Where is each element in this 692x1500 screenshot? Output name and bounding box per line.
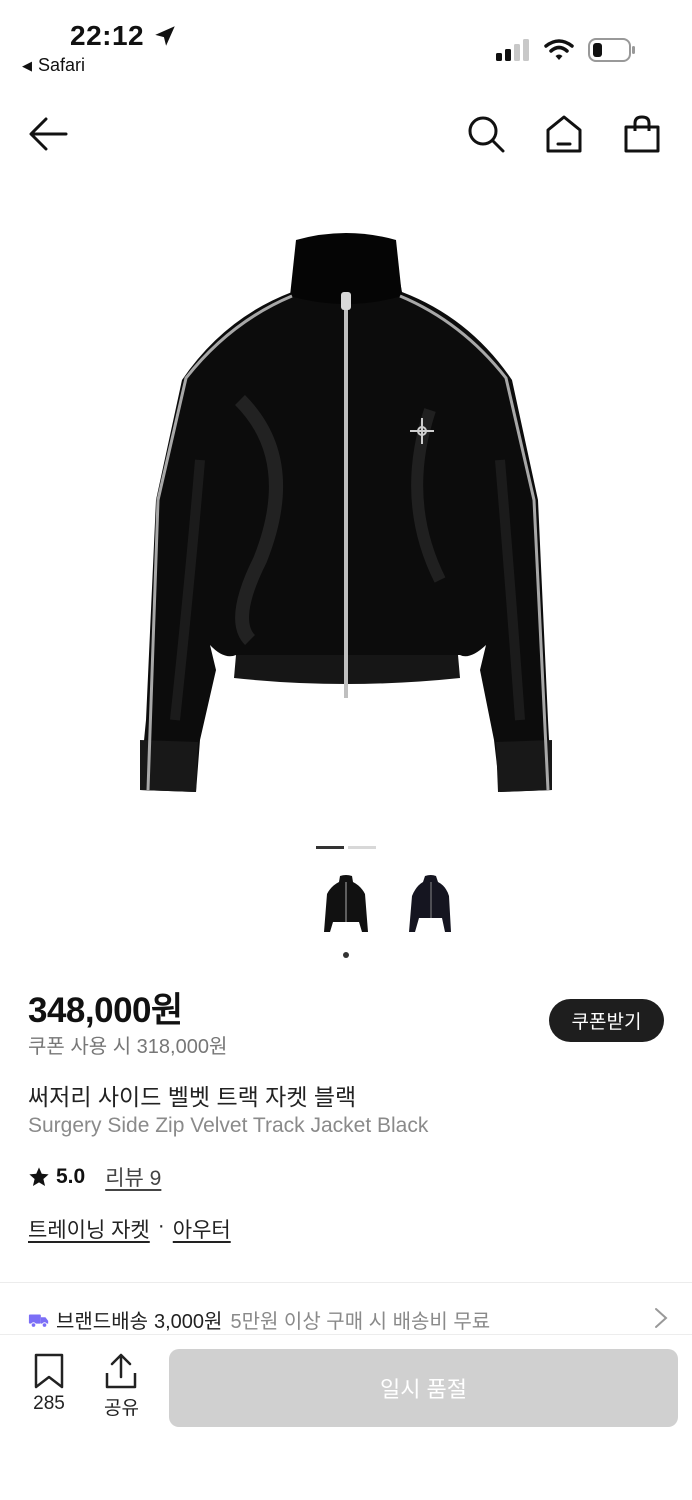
soldout-button[interactable]: 일시 품절 — [169, 1349, 678, 1427]
thumbnail-jacket-side — [409, 875, 451, 932]
thumbnail-2[interactable] — [402, 872, 458, 944]
time-text: 22:12 — [70, 20, 145, 51]
category-outer[interactable]: 아우터 — [173, 1214, 231, 1244]
truck-icon — [28, 1314, 49, 1328]
share-label: 공유 — [104, 1398, 139, 1419]
thumbnail-jacket-front — [324, 875, 368, 932]
back-triangle-icon: ◀ — [22, 57, 32, 73]
product-name-english: Surgery Side Zip Velvet Track Jacket Bla… — [28, 1114, 429, 1137]
section-divider — [0, 1282, 692, 1283]
jacket-image — [140, 233, 552, 792]
cart-button[interactable] — [622, 114, 662, 154]
indicator-dash — [348, 846, 376, 849]
share-button[interactable]: 공유 — [104, 1353, 139, 1420]
signal-icon — [496, 39, 529, 61]
search-button[interactable] — [466, 114, 506, 154]
bookmark-icon — [34, 1353, 64, 1389]
battery-icon — [588, 38, 635, 62]
product-price: 348,000원 — [28, 991, 183, 1030]
reviews-link[interactable]: 리뷰 9 — [105, 1162, 161, 1192]
home-icon — [546, 115, 582, 153]
thumbnail-1[interactable] — [318, 872, 374, 944]
category-separator: · — [157, 1214, 165, 1237]
bookmark-button[interactable]: 285 — [32, 1353, 66, 1415]
thumbnail-selected-dot — [343, 952, 349, 958]
category-training-jacket[interactable]: 트레이닝 자켓 — [28, 1214, 150, 1244]
rating-score: 5.0 — [56, 1165, 86, 1188]
image-page-indicator — [316, 846, 376, 849]
top-nav — [0, 100, 692, 170]
share-icon — [106, 1353, 137, 1389]
back-button[interactable] — [26, 114, 70, 154]
shipping-label: 브랜드배송 — [56, 1311, 148, 1333]
indicator-dash-active — [316, 846, 344, 849]
coupon-button[interactable]: 쿠폰받기 — [549, 999, 664, 1042]
location-arrow-icon — [155, 26, 175, 46]
category-breadcrumb: 트레이닝 자켓 · 아우터 — [28, 1214, 231, 1244]
home-button[interactable] — [544, 114, 584, 154]
back-to-app[interactable]: ◀ Safari — [22, 55, 85, 76]
back-app-label: Safari — [38, 55, 86, 75]
back-arrow-icon — [29, 117, 68, 151]
product-image[interactable] — [0, 200, 692, 820]
shipping-note: 5만원 이상 구매 시 배송비 무료 — [230, 1311, 491, 1333]
bottom-action-bar: 285 공유 일시 품절 — [0, 1334, 692, 1500]
search-icon — [468, 116, 505, 153]
product-name-korean: 써저리 사이드 벨벳 트랙 자켓 블랙 — [28, 1084, 357, 1110]
chevron-right-icon — [655, 1308, 668, 1328]
status-bar: 22:12 ◀ Safari — [0, 0, 692, 90]
shipping-amount: 3,000원 — [154, 1311, 223, 1333]
wifi-icon — [544, 39, 574, 60]
bookmark-count: 285 — [33, 1393, 65, 1414]
thumbnail-strip — [318, 872, 458, 944]
shopping-bag-icon — [624, 115, 660, 153]
status-icons — [496, 38, 636, 62]
status-time: 22:12 — [70, 20, 178, 52]
rating: 5.0 리뷰 9 — [28, 1162, 161, 1192]
star-icon — [29, 1167, 49, 1186]
shipping-info[interactable]: 브랜드배송 3,000원 5만원 이상 구매 시 배송비 무료 — [28, 1305, 668, 1334]
coupon-price: 쿠폰 사용 시 318,000원 — [28, 1036, 228, 1058]
